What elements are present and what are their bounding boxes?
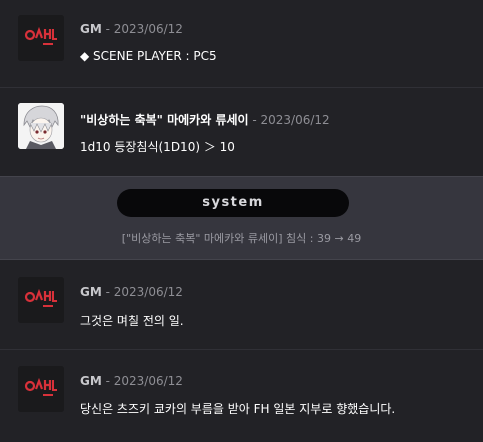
system-text: ["비상하는 축복" 마에카와 류세이] 침식 : 39 → 49 <box>121 232 362 245</box>
gm-logo-icon <box>18 277 64 323</box>
sender-name: GM <box>80 22 102 36</box>
character-avatar <box>18 103 64 149</box>
gm-avatar <box>18 277 64 323</box>
system-message: system ["비상하는 축복" 마에카와 류세이] 침식 : 39 → 49 <box>0 176 483 260</box>
message-text: 당신은 츠즈키 쿄카의 부름을 받아 FH 일본 지부로 향했습니다. <box>80 402 396 416</box>
message-text: ◆ SCENE PLAYER : PC5 <box>80 49 217 63</box>
character-portrait-icon <box>18 103 64 149</box>
chat-message: GM - 2023/06/12 당신은 츠즈키 쿄카의 부름을 받아 FH 일본… <box>0 350 483 442</box>
message-header: GM - 2023/06/12 <box>80 22 183 36</box>
sender-name: GM <box>80 285 102 299</box>
chat-message: GM - 2023/06/12 ◆ SCENE PLAYER : PC5 <box>0 0 483 88</box>
message-date: - 2023/06/12 <box>101 285 183 299</box>
message-date: - 2023/06/12 <box>248 113 330 127</box>
sender-name: "비상하는 축복" 마에카와 류세이 <box>80 113 249 127</box>
message-date: - 2023/06/12 <box>101 22 183 36</box>
gm-avatar <box>18 15 64 61</box>
message-header: GM - 2023/06/12 <box>80 374 183 388</box>
message-header: "비상하는 축복" 마에카와 류세이 - 2023/06/12 <box>80 111 330 128</box>
gm-avatar <box>18 366 64 412</box>
message-header: GM - 2023/06/12 <box>80 285 183 299</box>
system-label: system <box>117 189 349 217</box>
gm-logo-icon <box>18 366 64 412</box>
chat-message: "비상하는 축복" 마에카와 류세이 - 2023/06/12 1d10 등장침… <box>0 88 483 176</box>
message-text: 1d10 등장침식(1D10) ＞ 10 <box>80 140 235 154</box>
message-text: 그것은 며칠 전의 일. <box>80 314 184 328</box>
gm-logo-icon <box>18 15 64 61</box>
message-date: - 2023/06/12 <box>101 374 183 388</box>
chat-message: GM - 2023/06/12 그것은 며칠 전의 일. <box>0 261 483 350</box>
sender-name: GM <box>80 374 102 388</box>
